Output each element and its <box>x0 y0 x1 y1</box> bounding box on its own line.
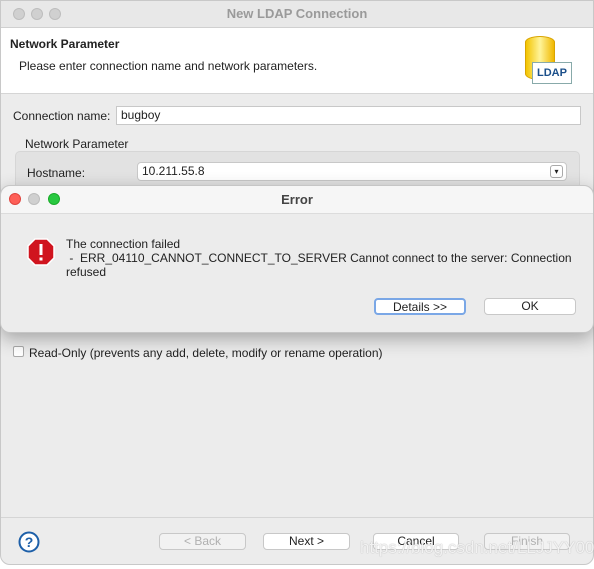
hostname-value: 10.211.55.8 <box>142 164 205 178</box>
hostname-label: Hostname: <box>27 166 86 180</box>
network-parameter-group-label: Network Parameter <box>25 137 129 151</box>
read-only-checkbox[interactable] <box>13 346 24 357</box>
connection-name-label: Connection name: <box>13 109 111 123</box>
error-title-bar: Error <box>1 186 593 214</box>
ok-button[interactable]: OK <box>484 298 576 315</box>
error-dialog: Error The connection failed - ERR_04110_… <box>0 185 594 333</box>
error-title: Error <box>281 192 313 207</box>
window-title: New LDAP Connection <box>226 6 368 21</box>
read-only-label: Read-Only (prevents any add, delete, mod… <box>29 346 383 360</box>
page-subtitle: Please enter connection name and network… <box>19 59 318 73</box>
page-title: Network Parameter <box>10 37 120 51</box>
ldap-logo-icon: LDAP <box>523 34 572 86</box>
error-message-line3: refused <box>66 265 107 279</box>
error-stop-icon <box>27 238 55 266</box>
title-bar: New LDAP Connection <box>1 1 593 28</box>
connection-name-input[interactable]: bugboy <box>116 106 581 125</box>
finish-button[interactable]: Finish <box>484 533 570 550</box>
svg-text:?: ? <box>25 534 34 550</box>
help-icon[interactable]: ? <box>18 531 40 553</box>
details-button[interactable]: Details >> <box>374 298 466 315</box>
zoom-window-button[interactable] <box>49 8 61 20</box>
minimize-dialog-button[interactable] <box>28 193 40 205</box>
close-window-button[interactable] <box>13 8 25 20</box>
cancel-button[interactable]: Cancel <box>373 533 459 550</box>
minimize-window-button[interactable] <box>31 8 43 20</box>
zoom-dialog-button[interactable] <box>48 193 60 205</box>
chevron-down-icon[interactable]: ▾ <box>550 165 563 178</box>
back-button[interactable]: < Back <box>159 533 246 550</box>
error-message-line2: - ERR_04110_CANNOT_CONNECT_TO_SERVER Can… <box>66 251 572 265</box>
footer-divider <box>1 517 593 518</box>
wizard-header: Network Parameter Please enter connectio… <box>1 28 593 94</box>
next-button[interactable]: Next > <box>263 533 350 550</box>
close-dialog-button[interactable] <box>9 193 21 205</box>
hostname-combo[interactable]: 10.211.55.8 ▾ <box>137 162 567 181</box>
error-message-line1: The connection failed <box>66 237 181 251</box>
